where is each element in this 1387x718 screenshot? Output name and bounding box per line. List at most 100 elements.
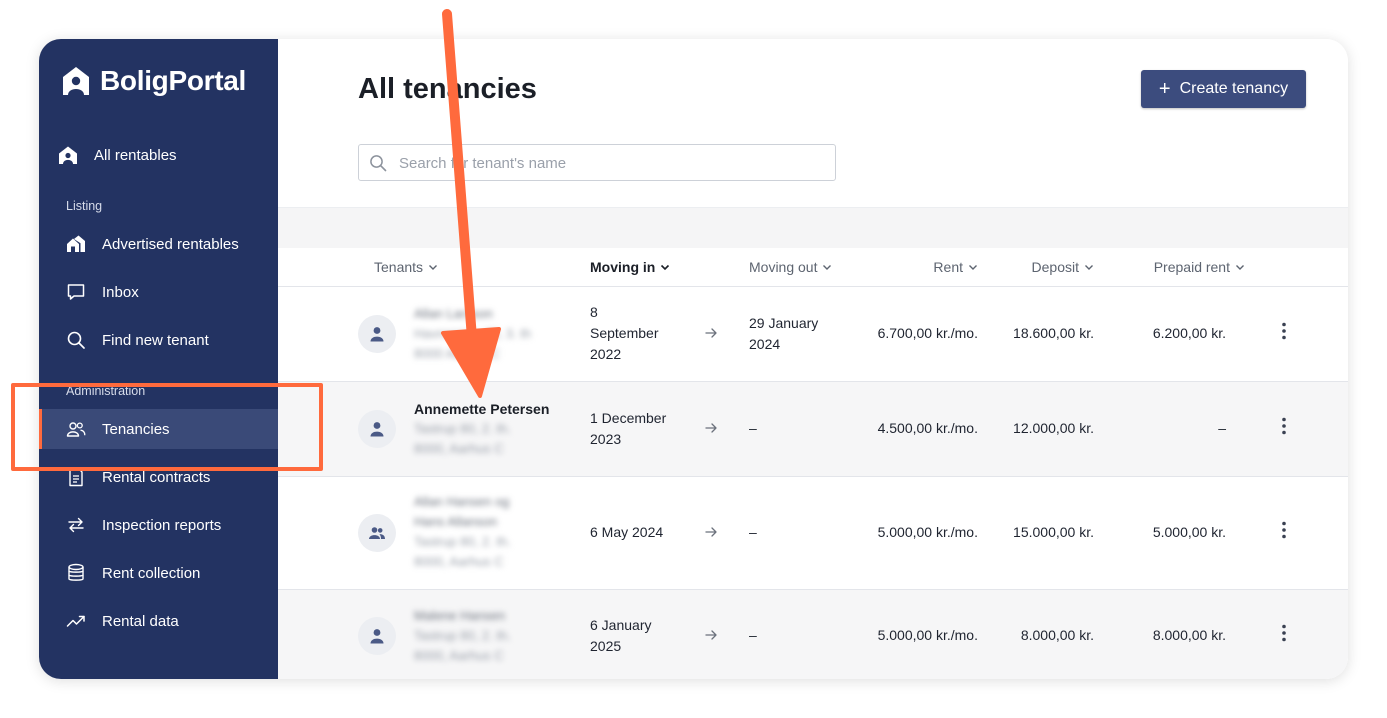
create-tenancy-button[interactable]: + Create tenancy bbox=[1141, 70, 1306, 108]
sidebar-item-label: Find new tenant bbox=[102, 331, 209, 349]
database-icon bbox=[65, 562, 87, 584]
column-header-tenants[interactable]: Tenants bbox=[374, 259, 438, 275]
chat-bubble-icon bbox=[65, 281, 87, 303]
person-icon bbox=[370, 629, 384, 644]
deposit-cell: 12.000,00 kr. bbox=[1013, 420, 1094, 436]
search-box[interactable] bbox=[358, 144, 836, 182]
row-menu-button[interactable] bbox=[1275, 520, 1293, 540]
sidebar-item-tenancies[interactable]: Tenancies bbox=[39, 409, 278, 449]
person-icon bbox=[370, 422, 384, 437]
chevron-down-icon bbox=[661, 264, 670, 271]
column-header-moving-out[interactable]: Moving out bbox=[749, 259, 832, 275]
sidebar-item-advertised-rentables[interactable]: Advertised rentables bbox=[39, 224, 278, 264]
brand-logo[interactable]: BoligPortal bbox=[61, 65, 246, 97]
search-icon bbox=[65, 329, 87, 351]
rent-cell: 5.000,00 kr./mo. bbox=[877, 524, 978, 540]
moving-in-cell: 8 September 2022 bbox=[590, 304, 659, 362]
more-vertical-icon bbox=[1282, 521, 1286, 539]
sidebar-item-rental-data[interactable]: Rental data bbox=[39, 601, 278, 641]
table-row[interactable]: Annemette Petersen Tastrup 80, 2. th. 80… bbox=[278, 382, 1348, 477]
section-label-administration: Administration bbox=[66, 384, 146, 398]
tenant-cell: Malene Hansen Tastrup 80, 2. th. 8000, A… bbox=[414, 608, 511, 663]
search-input[interactable] bbox=[397, 145, 831, 182]
deposit-cell: 15.000,00 kr. bbox=[1013, 524, 1094, 540]
section-label-listing: Listing bbox=[66, 199, 103, 213]
sidebar-item-inspection-reports[interactable]: Inspection reports bbox=[39, 505, 278, 545]
trend-up-icon bbox=[65, 610, 87, 632]
arrow-right-icon bbox=[705, 630, 717, 640]
rent-cell: 4.500,00 kr./mo. bbox=[877, 420, 978, 436]
column-header-deposit[interactable]: Deposit bbox=[1032, 259, 1094, 275]
column-header-prepaid-rent[interactable]: Prepaid rent bbox=[1154, 259, 1245, 275]
column-header-moving-in[interactable]: Moving in bbox=[590, 259, 670, 275]
swap-arrows-icon bbox=[65, 514, 87, 536]
app-window: BoligPortal All rentables Listing Advert… bbox=[39, 39, 1348, 679]
chevron-down-icon bbox=[1236, 265, 1244, 270]
sidebar-item-label: All rentables bbox=[94, 146, 177, 164]
table-row[interactable]: Malene Hansen Tastrup 80, 2. th. 8000, A… bbox=[278, 590, 1348, 679]
sidebar-item-inbox[interactable]: Inbox bbox=[39, 272, 278, 312]
chevron-down-icon bbox=[823, 265, 832, 270]
prepaid-rent-cell: 6.200,00 kr. bbox=[1152, 325, 1226, 341]
document-icon bbox=[65, 466, 87, 488]
house-icon bbox=[57, 144, 79, 166]
deposit-cell: 8.000,00 kr. bbox=[1020, 627, 1094, 643]
more-vertical-icon bbox=[1282, 322, 1286, 340]
plus-icon: + bbox=[1158, 78, 1171, 100]
chevron-down-icon bbox=[429, 265, 438, 270]
sidebar-item-all-rentables[interactable]: All rentables bbox=[39, 135, 278, 175]
more-vertical-icon bbox=[1282, 417, 1286, 435]
column-header-rent[interactable]: Rent bbox=[933, 259, 978, 275]
moving-in-cell: 1 December 2023 bbox=[590, 410, 667, 447]
table-row[interactable]: Allan Hansen og Hans Allanson Tastrup 80… bbox=[278, 477, 1348, 590]
table-row[interactable]: Allan Larsson Havnegade 38, 3. th 8000 A… bbox=[278, 287, 1348, 382]
person-icon bbox=[370, 327, 384, 342]
houses-icon bbox=[65, 233, 87, 255]
sidebar-item-rental-contracts[interactable]: Rental contracts bbox=[39, 457, 278, 497]
sidebar-item-label: Inspection reports bbox=[102, 516, 222, 534]
row-menu-button[interactable] bbox=[1275, 321, 1293, 341]
avatar bbox=[358, 617, 396, 655]
sidebar-item-label: Tenancies bbox=[102, 420, 170, 438]
avatar bbox=[358, 410, 396, 448]
chevron-down-icon bbox=[1085, 265, 1093, 270]
house-logo-icon bbox=[63, 67, 89, 95]
sidebar-item-label: Rental data bbox=[102, 612, 179, 630]
moving-in-cell: 6 May 2024 bbox=[590, 524, 664, 540]
main-content: All tenancies + Create tenancy Tenants M… bbox=[278, 39, 1348, 679]
sidebar-item-label: Inbox bbox=[102, 283, 139, 301]
prepaid-rent-cell: 5.000,00 kr. bbox=[1152, 524, 1226, 540]
search-icon bbox=[370, 155, 387, 172]
arrow-right-icon bbox=[705, 423, 717, 433]
sidebar-item-label: Rent collection bbox=[102, 564, 201, 582]
page-title: All tenancies bbox=[358, 73, 537, 105]
rent-cell: 5.000,00 kr./mo. bbox=[877, 627, 978, 643]
moving-out-cell: – bbox=[749, 627, 757, 643]
chevron-down-icon bbox=[969, 265, 977, 270]
users-icon bbox=[65, 418, 87, 440]
deposit-cell: 18.600,00 kr. bbox=[1013, 325, 1094, 341]
table-header: Tenants Moving in Moving out Rent Deposi… bbox=[278, 247, 1348, 287]
row-menu-button[interactable] bbox=[1275, 416, 1293, 436]
prepaid-rent-cell: – bbox=[1218, 420, 1226, 436]
row-menu-button[interactable] bbox=[1275, 623, 1293, 643]
tenant-cell: Allan Hansen og Hans Allanson Tastrup 80… bbox=[414, 494, 511, 569]
more-vertical-icon bbox=[1282, 624, 1286, 642]
prepaid-rent-cell: 8.000,00 kr. bbox=[1152, 627, 1226, 643]
group-icon bbox=[369, 527, 385, 539]
sidebar: BoligPortal All rentables Listing Advert… bbox=[39, 39, 278, 679]
sidebar-item-label: Rental contracts bbox=[102, 468, 211, 486]
create-tenancy-label: Create tenancy bbox=[1179, 80, 1289, 97]
sidebar-item-find-new-tenant[interactable]: Find new tenant bbox=[39, 320, 278, 360]
moving-out-cell: – bbox=[749, 524, 757, 540]
arrow-right-icon bbox=[705, 328, 717, 338]
filter-band bbox=[278, 207, 1348, 248]
moving-out-cell: 29 January 2024 bbox=[749, 315, 819, 352]
avatar bbox=[358, 315, 396, 353]
tenant-cell: Annemette Petersen Tastrup 80, 2. th. 80… bbox=[414, 399, 564, 459]
tenant-name: Annemette Petersen bbox=[414, 401, 550, 417]
tenant-cell: Allan Larsson Havnegade 38, 3. th 8000 A… bbox=[414, 306, 532, 361]
sidebar-item-label: Advertised rentables bbox=[102, 235, 239, 253]
sidebar-item-rent-collection[interactable]: Rent collection bbox=[39, 553, 278, 593]
brand-name: BoligPortal bbox=[100, 65, 247, 96]
